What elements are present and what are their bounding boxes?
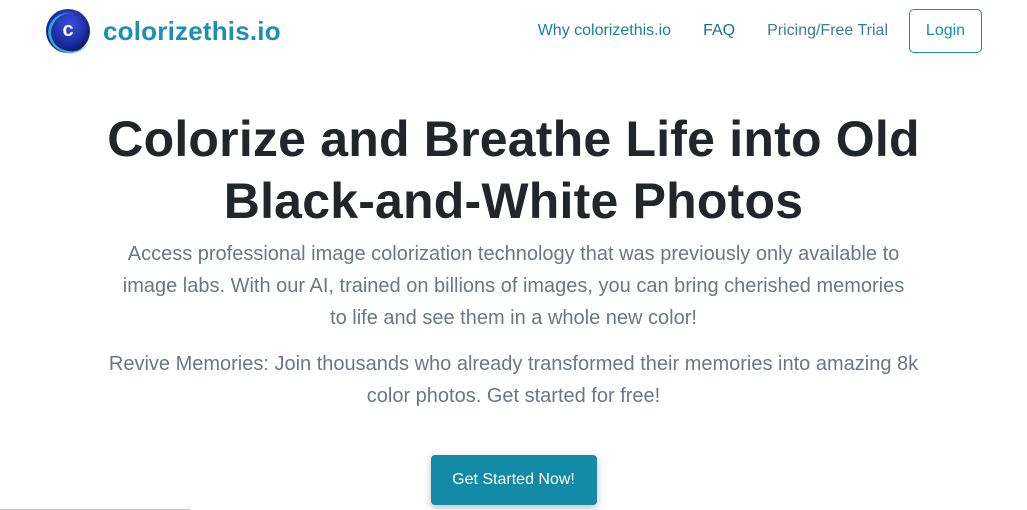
hero-title: Colorize and Breathe Life into Old Black… xyxy=(64,108,964,232)
nav-link-why-colorizethis[interactable]: Why colorizethis.io xyxy=(538,22,671,40)
logo-letter: c xyxy=(62,19,74,41)
hero-subtext: Revive Memories: Join thousands who alre… xyxy=(108,353,919,407)
top-navbar: c colorizethis.io Why colorizethis.io FA… xyxy=(0,0,1027,64)
login-button[interactable]: Login xyxy=(909,9,982,53)
colorizethis-logo-icon: c xyxy=(46,9,90,53)
brand-name: colorizethis.io xyxy=(103,15,281,46)
hero-description: Access professional image colorization t… xyxy=(122,243,905,329)
nav-links: Why colorizethis.io FAQ Pricing/Free Tri… xyxy=(506,8,982,54)
get-started-button[interactable]: Get Started Now! xyxy=(430,455,597,505)
nav-link-pricing-free-trial[interactable]: Pricing/Free Trial xyxy=(767,22,888,40)
hero-title-line-2: Black-and-White Photos xyxy=(223,173,804,229)
nav-link-faq[interactable]: FAQ xyxy=(703,22,735,40)
brand-home-link[interactable]: c colorizethis.io xyxy=(46,9,281,53)
hero-title-line-1: Colorize and Breathe Life into Old xyxy=(107,111,920,167)
hero-section: Colorize and Breathe Life into Old Black… xyxy=(0,108,1027,505)
